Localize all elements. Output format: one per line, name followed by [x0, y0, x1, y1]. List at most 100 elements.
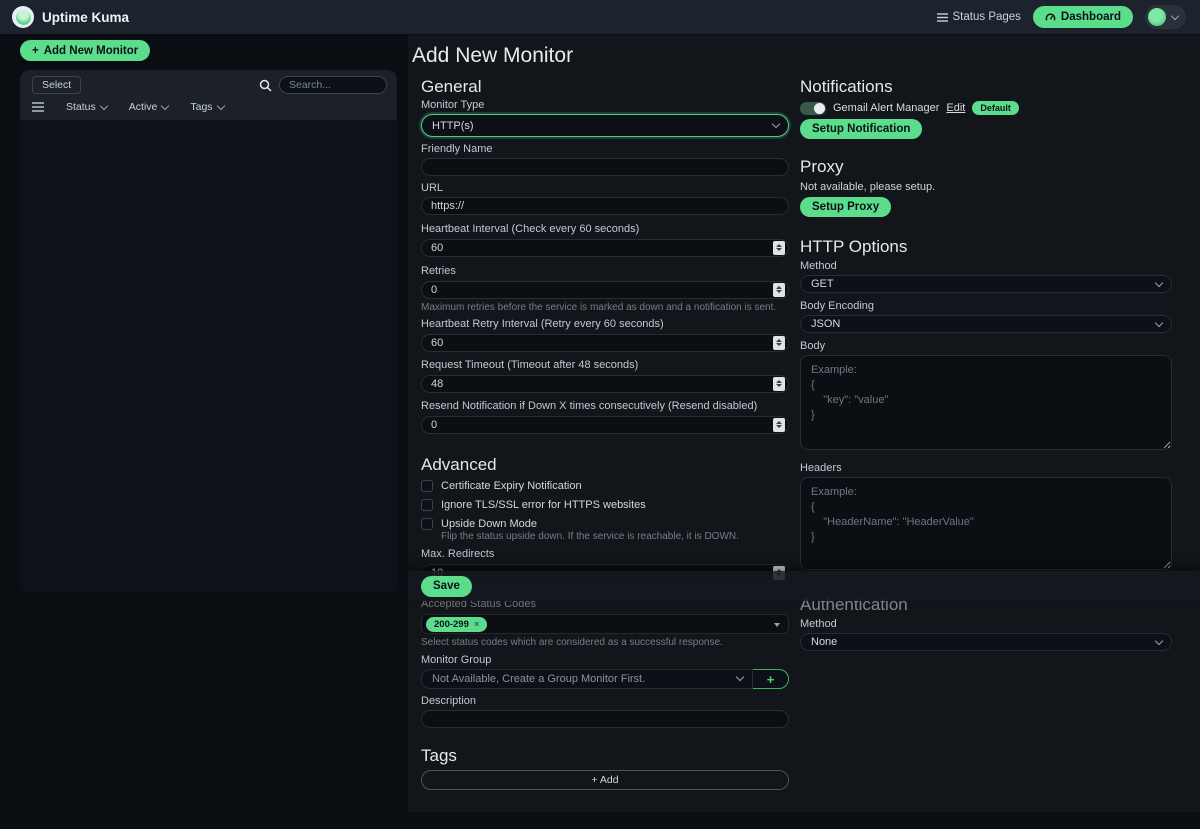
monitor-group-label: Monitor Group [421, 654, 789, 667]
app-brand[interactable]: Uptime Kuma [12, 6, 129, 28]
select-button[interactable]: Select [32, 76, 81, 94]
general-heading: General [421, 77, 789, 97]
chevron-down-icon [216, 101, 224, 109]
accepted-status-codes-help: Select status codes which are considered… [421, 637, 789, 649]
dashboard-button[interactable]: Dashboard [1033, 6, 1133, 28]
plus-icon: + [591, 774, 599, 786]
method-label: Method [800, 260, 1172, 273]
chevron-down-icon [1155, 637, 1163, 645]
page-title: Add New Monitor [412, 43, 1172, 68]
chevron-down-icon [1171, 11, 1179, 19]
upside-down-label: Upside Down Mode [441, 518, 537, 530]
monitor-list-empty [20, 120, 397, 593]
headers-textarea[interactable] [800, 477, 1172, 570]
save-bar: Save [408, 571, 1200, 601]
save-button[interactable]: Save [421, 576, 472, 597]
heartbeat-interval-input[interactable] [421, 239, 789, 257]
filter-active-label: Active [129, 101, 158, 113]
friendly-name-input[interactable] [421, 158, 789, 176]
monitor-group-value: Not Available, Create a Group Monitor Fi… [432, 673, 645, 685]
status-pages-link[interactable]: Status Pages [937, 11, 1021, 23]
headers-label: Headers [800, 462, 1172, 475]
description-input[interactable] [421, 710, 789, 728]
add-group-button[interactable]: + [752, 669, 789, 689]
notification-edit-link[interactable]: Edit [946, 102, 965, 114]
friendly-name-label: Friendly Name [421, 143, 789, 156]
body-textarea[interactable] [800, 355, 1172, 450]
http-options-heading: HTTP Options [800, 237, 1172, 257]
status-code-tag-label: 200-299 [434, 619, 469, 630]
heartbeat-interval-label: Heartbeat Interval (Check every 60 secon… [421, 223, 789, 236]
chevron-down-icon [772, 120, 780, 128]
notification-toggle[interactable] [800, 102, 826, 115]
monitor-list-panel: Select Status Active Tags [20, 70, 397, 593]
filter-tags-label: Tags [190, 101, 212, 113]
retries-help: Maximum retries before the service is ma… [421, 302, 789, 314]
request-timeout-input[interactable] [421, 375, 789, 393]
retries-input[interactable] [421, 281, 789, 299]
url-input[interactable] [421, 197, 789, 215]
method-select[interactable]: GET [800, 275, 1172, 293]
resend-notification-input[interactable] [421, 416, 789, 434]
body-encoding-select[interactable]: JSON [800, 315, 1172, 333]
notifications-heading: Notifications [800, 77, 1172, 97]
monitor-type-value: HTTP(s) [432, 120, 474, 132]
auth-method-label: Method [800, 618, 1172, 631]
tags-heading: Tags [421, 746, 789, 766]
filter-status[interactable]: Status [66, 101, 107, 113]
upside-down-checkbox[interactable] [421, 518, 433, 530]
accepted-status-codes-select[interactable]: 200-299 × [421, 614, 789, 634]
chevron-down-icon [736, 673, 744, 681]
proxy-status-text: Not available, please setup. [800, 180, 1172, 194]
advanced-heading: Advanced [421, 455, 789, 475]
resend-notification-label: Resend Notification if Down X times cons… [421, 400, 789, 413]
ignore-tls-label: Ignore TLS/SSL error for HTTPS websites [441, 499, 646, 511]
add-tag-button[interactable]: + Add [421, 770, 789, 790]
avatar [1148, 8, 1166, 26]
status-code-tag: 200-299 × [426, 617, 487, 632]
retries-label: Retries [421, 265, 789, 278]
body-label: Body [800, 340, 1172, 353]
user-menu[interactable] [1145, 5, 1186, 29]
search-input[interactable] [279, 76, 387, 94]
filter-active[interactable]: Active [129, 101, 169, 113]
plus-icon: + [32, 45, 39, 57]
list-icon [937, 13, 948, 22]
body-encoding-value: JSON [811, 318, 840, 330]
ignore-tls-checkbox[interactable] [421, 499, 433, 511]
auth-method-select[interactable]: None [800, 633, 1172, 651]
setup-proxy-button[interactable]: Setup Proxy [800, 197, 891, 217]
main-content: Add New Monitor General Monitor Type HTT… [408, 35, 1200, 812]
hamburger-icon[interactable] [32, 102, 44, 112]
remove-tag-icon[interactable]: × [474, 619, 480, 630]
filter-tags[interactable]: Tags [190, 101, 223, 113]
add-tag-label: Add [600, 774, 619, 786]
upside-down-help: Flip the status upside down. If the serv… [441, 531, 789, 543]
number-spinner-icon[interactable] [773, 241, 785, 255]
description-label: Description [421, 695, 789, 708]
cert-expiry-checkbox[interactable] [421, 480, 433, 492]
chevron-down-icon [1155, 279, 1163, 287]
chevron-down-icon [1155, 319, 1163, 327]
search-icon [259, 79, 272, 92]
number-spinner-icon[interactable] [773, 283, 785, 297]
uptime-kuma-logo-icon [12, 6, 34, 28]
monitor-type-label: Monitor Type [421, 99, 789, 112]
method-value: GET [811, 278, 834, 290]
proxy-heading: Proxy [800, 157, 1172, 177]
monitor-group-select[interactable]: Not Available, Create a Group Monitor Fi… [421, 669, 753, 689]
number-spinner-icon[interactable] [773, 336, 785, 350]
setup-notification-button[interactable]: Setup Notification [800, 119, 922, 139]
retry-interval-input[interactable] [421, 334, 789, 352]
status-pages-label: Status Pages [953, 11, 1021, 23]
body-encoding-label: Body Encoding [800, 300, 1172, 313]
monitor-type-select[interactable]: HTTP(s) [421, 114, 789, 137]
url-label: URL [421, 182, 789, 195]
default-badge: Default [972, 101, 1019, 115]
filter-status-label: Status [66, 101, 96, 113]
cert-expiry-label: Certificate Expiry Notification [441, 480, 582, 492]
number-spinner-icon[interactable] [773, 377, 785, 391]
add-new-monitor-button[interactable]: + Add New Monitor [20, 40, 150, 61]
number-spinner-icon[interactable] [773, 418, 785, 432]
add-new-monitor-label: Add New Monitor [44, 45, 139, 57]
